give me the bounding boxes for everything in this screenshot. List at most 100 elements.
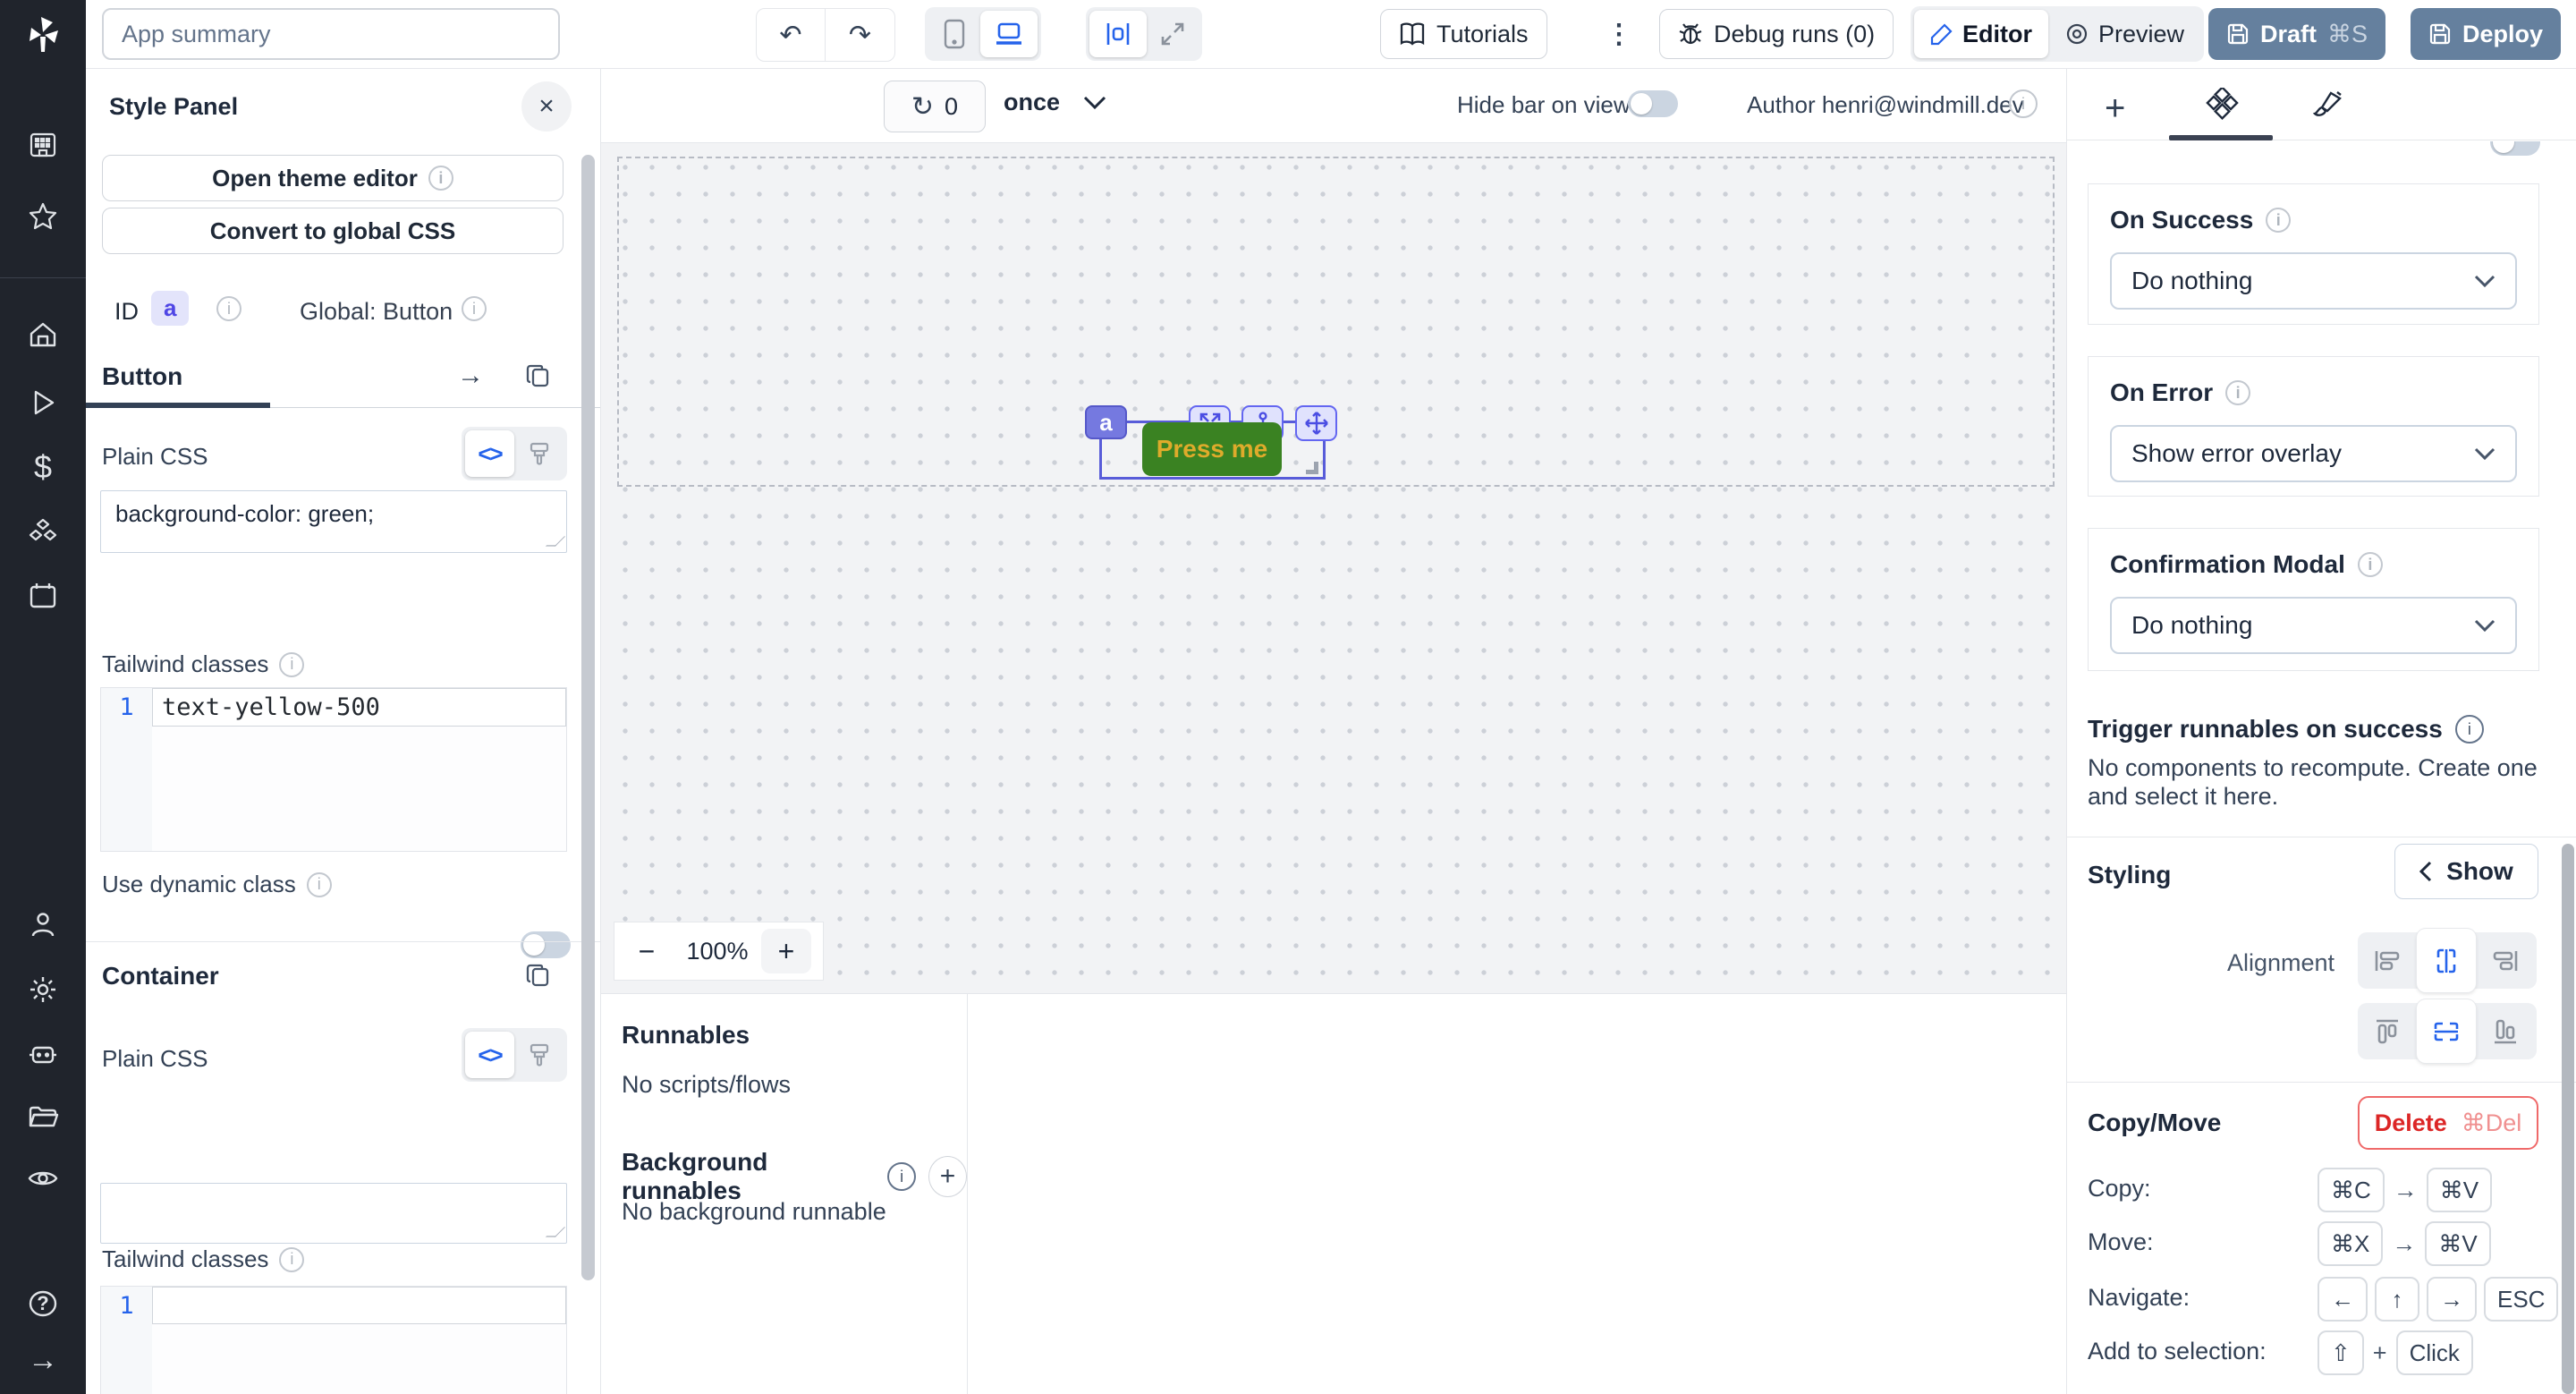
sidebar-item-apps[interactable] bbox=[0, 125, 86, 165]
sidebar-item-settings[interactable] bbox=[0, 970, 86, 1009]
open-theme-editor-button[interactable]: Open theme editor bbox=[102, 155, 564, 201]
tab-global-label[interactable]: Global: Button bbox=[300, 298, 453, 326]
app-summary-input[interactable] bbox=[102, 8, 560, 60]
component-styling-tab[interactable] bbox=[2311, 89, 2343, 122]
app-canvas-viewport[interactable]: a Press me − 100% + bbox=[601, 142, 2066, 994]
styling-show-button[interactable]: Show bbox=[2394, 844, 2538, 899]
sidebar-item-audit[interactable] bbox=[0, 1159, 86, 1198]
copy-icon bbox=[524, 362, 551, 389]
zoom-in-button[interactable]: + bbox=[761, 929, 811, 973]
convert-global-css-button[interactable]: Convert to global CSS bbox=[102, 208, 564, 254]
refresh-mode-dropdown[interactable]: once bbox=[1004, 89, 1106, 116]
redo-button[interactable]: ↷ bbox=[826, 9, 894, 61]
mobile-view-button[interactable] bbox=[928, 11, 980, 57]
align-right-icon bbox=[2492, 949, 2519, 973]
sidebar-item-favorites[interactable] bbox=[0, 197, 86, 236]
sidebar-item-resources[interactable] bbox=[0, 513, 86, 552]
draft-button[interactable]: Draft ⌘S bbox=[2208, 8, 2385, 60]
expand-canvas-button[interactable] bbox=[1147, 11, 1199, 57]
hide-bar-toggle[interactable] bbox=[1628, 90, 1678, 117]
component-settings-tab[interactable] bbox=[2206, 88, 2240, 122]
editor-tab[interactable]: Editor bbox=[1914, 10, 2048, 58]
add-background-runnable-button[interactable]: + bbox=[928, 1156, 967, 1197]
use-dynamic-class-row: Use dynamic class bbox=[102, 871, 332, 898]
sidebar-item-variables[interactable]: $ bbox=[0, 447, 86, 487]
more-menu-button[interactable]: ⋮ bbox=[1601, 11, 1637, 57]
on-success-select[interactable]: Do nothing bbox=[2110, 252, 2517, 310]
on-error-select[interactable]: Show error overlay bbox=[2110, 425, 2517, 482]
align-middle-button[interactable] bbox=[2417, 999, 2476, 1063]
copy-style-button[interactable] bbox=[524, 962, 551, 989]
container-section-title: Container bbox=[102, 962, 219, 990]
resize-handle[interactable] bbox=[546, 536, 565, 546]
tailwind-value[interactable]: text-yellow-500 bbox=[152, 688, 566, 727]
style-panel-scrollbar[interactable] bbox=[581, 155, 595, 1280]
plain-css-textarea[interactable] bbox=[100, 1183, 567, 1244]
tailwind-editor[interactable]: 1 bbox=[100, 1286, 567, 1394]
use-dynamic-class-toggle[interactable] bbox=[521, 931, 571, 958]
sidebar-item-home[interactable] bbox=[0, 316, 86, 355]
insert-component-tab[interactable]: + bbox=[2105, 89, 2125, 129]
component-id-chip[interactable]: a bbox=[151, 291, 189, 326]
move-handle[interactable] bbox=[1295, 405, 1337, 441]
confirmation-modal-select[interactable]: Do nothing bbox=[2110, 597, 2517, 654]
plain-css-label: Plain CSS bbox=[102, 443, 208, 471]
css-code-mode-button[interactable]: <> bbox=[465, 1032, 514, 1078]
deploy-button[interactable]: Deploy bbox=[2411, 8, 2561, 60]
settings-panel-scrollbar[interactable] bbox=[2562, 844, 2574, 1394]
align-bottom-button[interactable] bbox=[2476, 1003, 2535, 1059]
chevron-down-icon bbox=[2474, 619, 2496, 633]
align-left-button[interactable] bbox=[2358, 932, 2417, 989]
info-icon bbox=[279, 652, 304, 677]
tailwind-value[interactable] bbox=[152, 1287, 566, 1324]
component-resize-corner[interactable] bbox=[1306, 462, 1318, 474]
desktop-view-button[interactable] bbox=[980, 11, 1038, 57]
sidebar-item-runs[interactable] bbox=[0, 383, 86, 422]
sidebar-item-schedules[interactable] bbox=[0, 576, 86, 616]
align-left-icon bbox=[2374, 949, 2401, 973]
move-icon bbox=[1304, 411, 1329, 436]
sidebar-item-account[interactable] bbox=[0, 905, 86, 945]
info-icon bbox=[216, 296, 242, 321]
sidebar-item-workers[interactable] bbox=[0, 1035, 86, 1075]
clipped-toggle[interactable] bbox=[2490, 141, 2540, 157]
align-center-button[interactable] bbox=[2417, 929, 2476, 992]
undo-button[interactable]: ↶ bbox=[757, 9, 826, 61]
preview-tab[interactable]: Preview bbox=[2048, 10, 2200, 58]
kbd-chip: ⇧ bbox=[2318, 1330, 2364, 1375]
delete-label: Delete bbox=[2375, 1109, 2447, 1137]
zoom-out-button[interactable]: − bbox=[614, 935, 679, 968]
confirmation-modal-value: Do nothing bbox=[2131, 611, 2252, 640]
code-icon: <> bbox=[478, 1041, 501, 1069]
resize-handle[interactable] bbox=[546, 1227, 565, 1237]
plain-css-textarea[interactable]: background-color: green; bbox=[100, 490, 567, 553]
paintbrush-icon bbox=[528, 441, 551, 466]
navigate-row-label: Navigate: bbox=[2088, 1284, 2190, 1313]
css-visual-mode-button[interactable] bbox=[514, 430, 564, 477]
undo-icon: ↶ bbox=[779, 20, 801, 51]
align-top-button[interactable] bbox=[2358, 1003, 2417, 1059]
tailwind-editor[interactable]: 1 text-yellow-500 bbox=[100, 687, 567, 852]
close-icon: × bbox=[538, 91, 555, 122]
delete-component-button[interactable]: Delete ⌘Del bbox=[2358, 1096, 2538, 1150]
close-style-panel-button[interactable]: × bbox=[521, 81, 572, 132]
tutorials-button[interactable]: Tutorials bbox=[1380, 9, 1547, 59]
sidebar-item-folders[interactable] bbox=[0, 1098, 86, 1137]
press-me-button[interactable]: Press me bbox=[1142, 422, 1282, 476]
component-id-badge[interactable]: a bbox=[1085, 405, 1127, 439]
align-right-button[interactable] bbox=[2476, 932, 2535, 989]
debug-runs-button[interactable]: Debug runs (0) bbox=[1659, 9, 1894, 59]
align-top-icon bbox=[2375, 1018, 2400, 1045]
sidebar-collapse-arrow[interactable]: → bbox=[0, 1340, 86, 1380]
css-code-mode-button[interactable]: <> bbox=[465, 430, 514, 477]
tailwind-classes-label: Tailwind classes bbox=[102, 650, 268, 678]
refresh-button[interactable]: ↻ 0 bbox=[884, 81, 986, 132]
windmill-logo[interactable] bbox=[0, 9, 86, 59]
copy-style-button[interactable] bbox=[524, 362, 551, 389]
center-canvas-button[interactable] bbox=[1089, 11, 1147, 57]
jump-to-component-button[interactable]: → bbox=[457, 361, 484, 391]
css-visual-mode-button[interactable] bbox=[514, 1032, 564, 1078]
tab-id-label[interactable]: ID bbox=[114, 298, 139, 326]
sidebar-item-help[interactable]: ? bbox=[0, 1284, 86, 1323]
on-error-label: On Error bbox=[2110, 378, 2213, 407]
